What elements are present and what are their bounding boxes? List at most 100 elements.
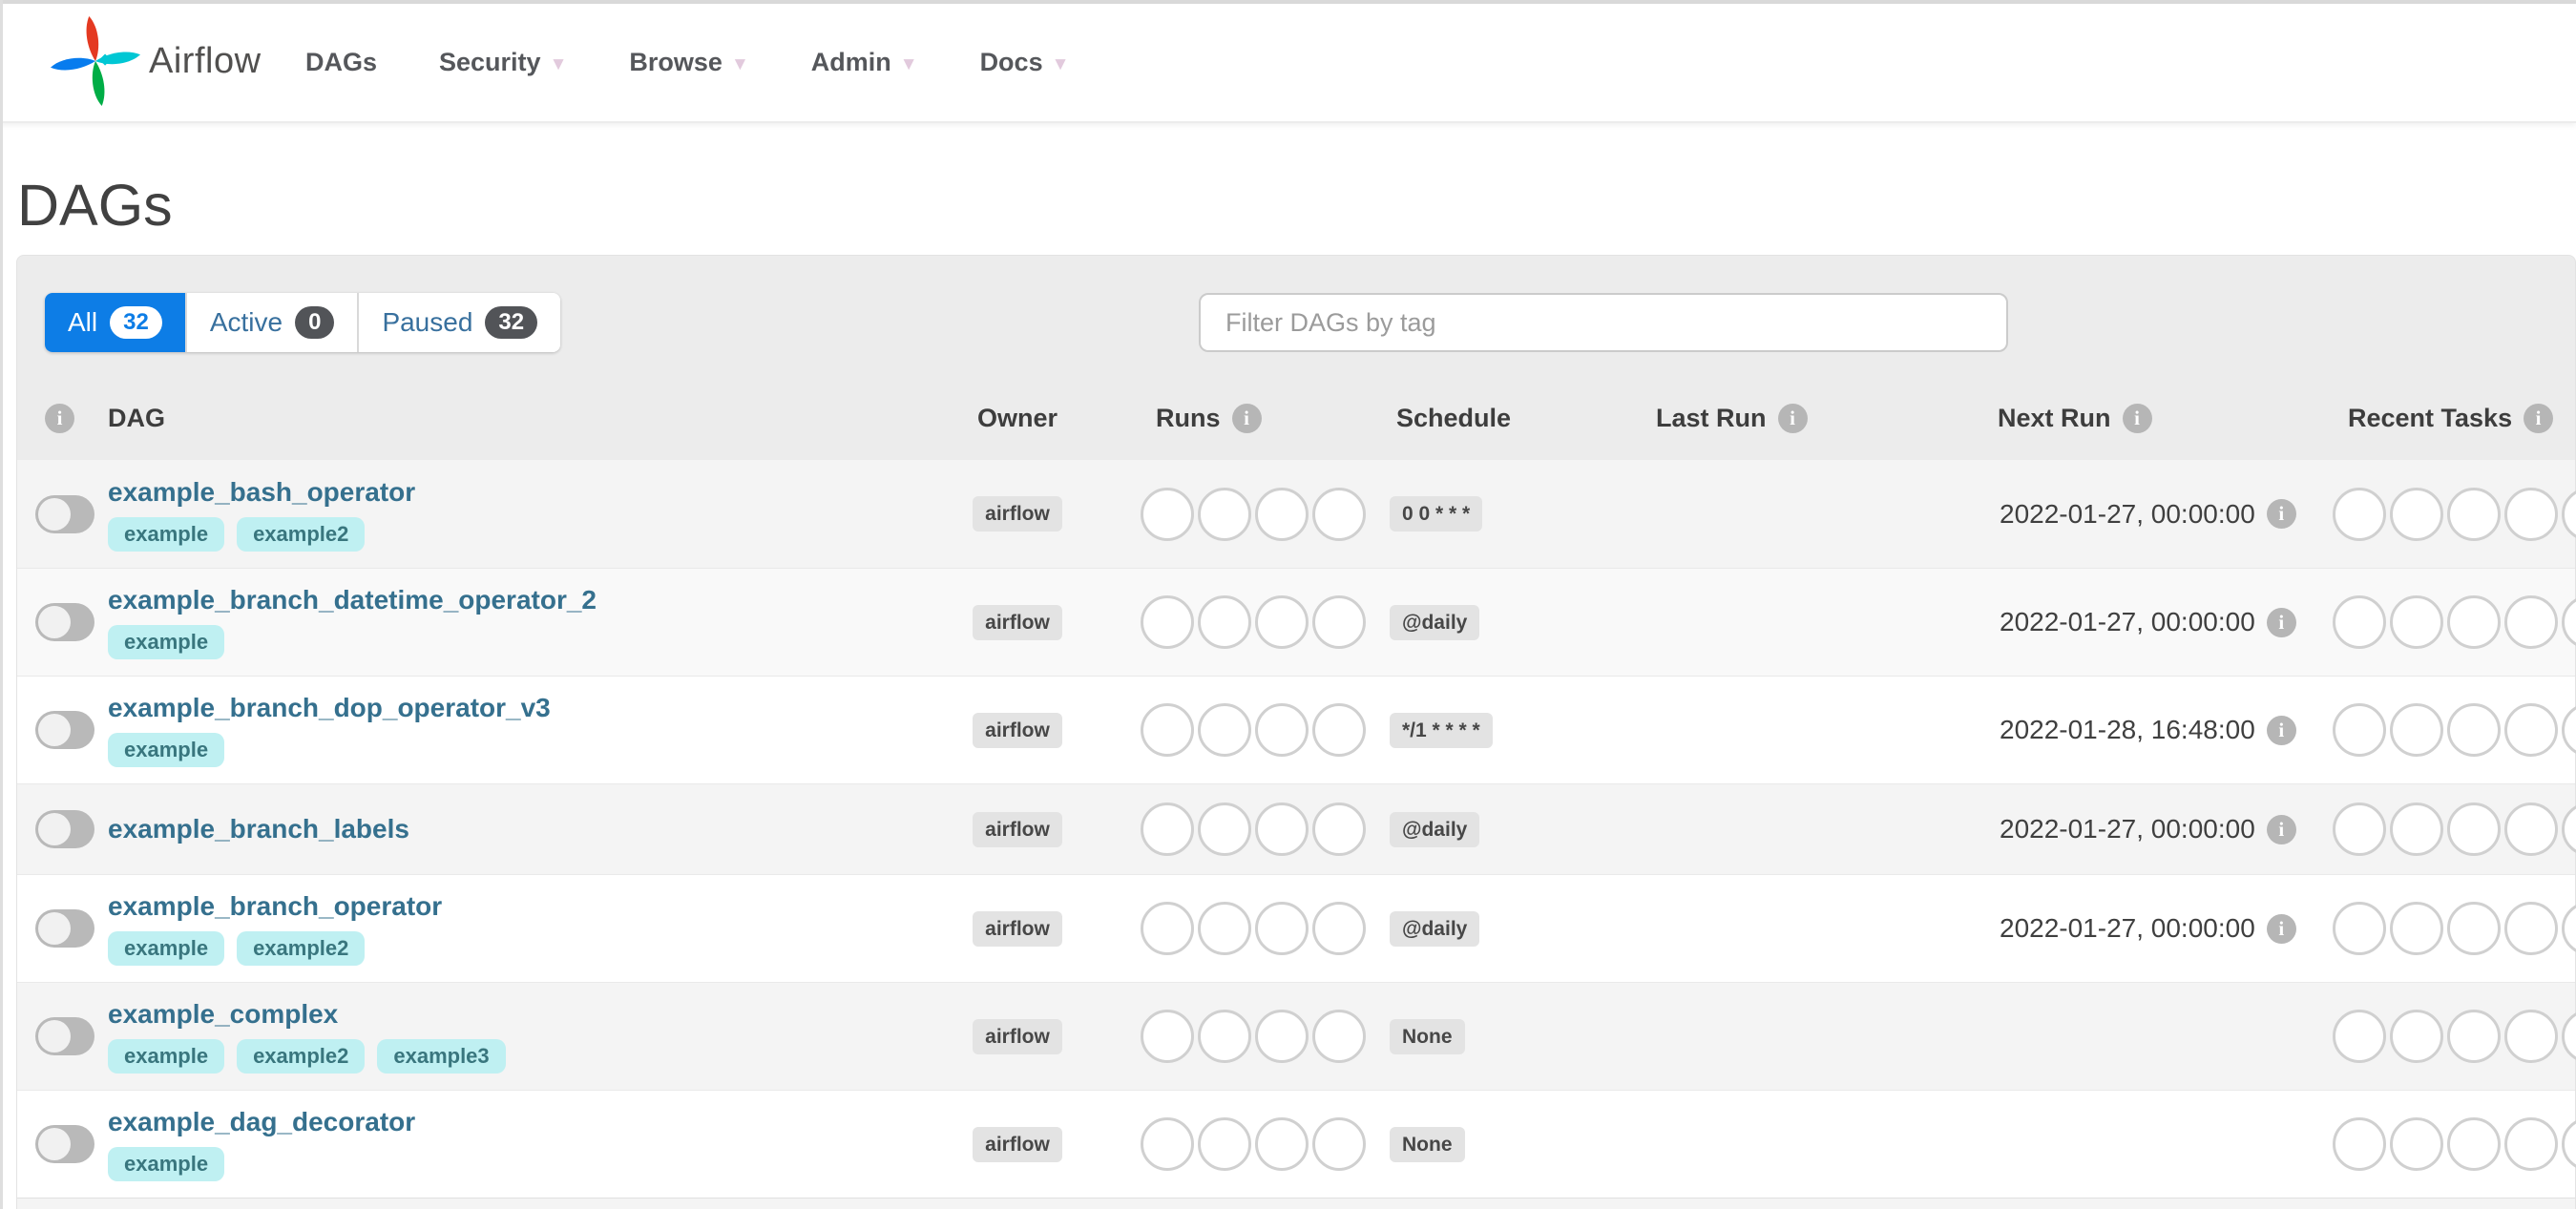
dag-name-link[interactable]: example_complex [108, 999, 338, 1030]
dag-tag[interactable]: example [108, 733, 225, 767]
schedule-cell: */1 * * * * [1375, 677, 1623, 783]
run-status-circle [1255, 595, 1309, 649]
next-run-cell: 2022-01-27, 00:00:00 i [1967, 875, 2330, 982]
column-label: Runs [1156, 403, 1221, 432]
run-status-circle [1312, 902, 1366, 955]
nav-item-browse[interactable]: Browse ▼ [629, 48, 748, 77]
dag-tag[interactable]: example2 [237, 931, 366, 966]
recent-tasks-cell [2330, 784, 2576, 874]
recent-tasks-cell [2330, 460, 2576, 568]
owner-cell: airflow [946, 983, 1089, 1090]
dag-tag[interactable]: example [108, 1039, 225, 1074]
dag-main: example_branch_operatorexample example2 [108, 891, 442, 966]
dag-row: example_branch_operatorexample example2 ai… [17, 874, 2576, 982]
task-status-circle [2447, 487, 2501, 541]
header-col-recent-tasks: Recent Tasks i [2330, 376, 2576, 460]
info-icon: i [2266, 499, 2296, 529]
nav-item-label: Browse [629, 48, 723, 76]
dag-row: example_branch_datetime_operator_2exampl… [17, 568, 2576, 676]
chevron-down-icon: ▼ [549, 53, 568, 74]
run-status-circle [1255, 1117, 1309, 1171]
owner-badge: airflow [973, 910, 1062, 947]
nav-item-dags[interactable]: DAGs [305, 48, 377, 77]
pause-toggle[interactable] [35, 1017, 94, 1055]
owner-cell: airflow [946, 1091, 1089, 1198]
toggle-cell [17, 875, 94, 982]
dag-main: example_branch_datetime_operator_2exampl… [108, 585, 597, 659]
dags-panel: All32Active0Paused32 iDAGOwnerRunsiSched… [16, 255, 2576, 1209]
next-run-cell: 2022-01-27, 00:00:00 i [1967, 460, 2330, 568]
page-title: DAGs [17, 173, 173, 238]
search-input[interactable] [1199, 293, 2008, 352]
task-status-circle [2562, 487, 2576, 541]
dag-main: example_complexexample example2 example3 [108, 999, 506, 1074]
dag-cell: example_branch_operatorexample example2 [92, 875, 946, 982]
schedule-badge: @daily [1390, 604, 1480, 640]
schedule-cell: 0 0 * * * [1375, 460, 1623, 568]
pause-toggle[interactable] [35, 909, 94, 948]
nav-item-docs[interactable]: Docs ▼ [980, 48, 1070, 77]
pause-toggle[interactable] [35, 494, 94, 533]
dag-tag[interactable]: example [108, 931, 225, 966]
brand-name: Airflow [149, 40, 262, 81]
task-status-circle [2504, 595, 2558, 649]
dag-name-link[interactable]: example_dag_decorator [108, 1107, 415, 1137]
task-status-circle [2333, 487, 2386, 541]
airflow-logo[interactable]: Airflow [50, 15, 262, 107]
dag-tag[interactable]: example [108, 625, 225, 659]
next-row-sliver [17, 1198, 2575, 1209]
last-run-cell [1623, 677, 1967, 783]
pause-toggle[interactable] [35, 603, 94, 641]
recent-tasks-cell [2330, 983, 2576, 1090]
run-status-circle [1141, 902, 1194, 955]
dag-tag[interactable]: example3 [377, 1039, 506, 1074]
run-status-circle [1141, 595, 1194, 649]
task-status-circle [2504, 1010, 2558, 1063]
nav-item-admin[interactable]: Admin ▼ [811, 48, 918, 77]
next-run-cell: 2022-01-28, 16:48:00 i [1967, 677, 2330, 783]
owner-badge: airflow [973, 1018, 1062, 1054]
task-status-circle [2504, 487, 2558, 541]
dag-cell: example_branch_datetime_operator_2exampl… [92, 569, 946, 676]
pause-toggle[interactable] [35, 810, 94, 848]
dag-name-link[interactable]: example_branch_dop_operator_v3 [108, 693, 551, 723]
tag-row: example [108, 733, 225, 767]
run-status-circle [1255, 703, 1309, 757]
last-run-cell [1623, 875, 1967, 982]
last-run-cell [1623, 983, 1967, 1090]
dag-tag[interactable]: example2 [237, 516, 366, 552]
task-status-circle [2390, 902, 2443, 955]
tab-label: Paused [382, 307, 473, 337]
task-status-circle [2504, 1117, 2558, 1171]
dag-name-link[interactable]: example_branch_datetime_operator_2 [108, 585, 597, 615]
task-status-circle [2333, 703, 2386, 757]
dag-name-link[interactable]: example_bash_operator [108, 477, 415, 508]
run-status-circle [1312, 1010, 1366, 1063]
chevron-down-icon: ▼ [730, 53, 749, 74]
window-edge-top [0, 0, 2576, 4]
tag-row: example example2 example3 [108, 1039, 506, 1074]
owner-badge: airflow [973, 604, 1062, 640]
runs-cell [1089, 677, 1375, 783]
dag-tag[interactable]: example [108, 1147, 225, 1181]
schedule-badge: @daily [1390, 910, 1480, 947]
task-status-circle [2447, 803, 2501, 856]
dag-name-link[interactable]: example_branch_labels [108, 814, 409, 844]
tab-paused[interactable]: Paused 32 [357, 293, 561, 352]
tab-all[interactable]: All 32 [45, 293, 185, 352]
nav-item-security[interactable]: Security ▼ [439, 48, 567, 77]
owner-badge: airflow [973, 496, 1062, 532]
pause-toggle[interactable] [35, 711, 94, 749]
task-status-circle [2504, 902, 2558, 955]
dag-name-link[interactable]: example_branch_operator [108, 891, 442, 922]
owner-cell: airflow [946, 875, 1089, 982]
info-icon: i [45, 403, 74, 433]
dag-row: example_branch_dop_operator_v3 example air… [17, 676, 2576, 783]
dag-tag[interactable]: example2 [237, 1039, 366, 1074]
next-run-cell: 2022-01-27, 00:00:00 i [1967, 569, 2330, 676]
header-col-info: i [17, 376, 92, 460]
tab-active[interactable]: Active 0 [184, 293, 358, 352]
pause-toggle[interactable] [35, 1125, 94, 1163]
dag-tag[interactable]: example [108, 516, 225, 552]
owner-badge: airflow [973, 811, 1062, 847]
